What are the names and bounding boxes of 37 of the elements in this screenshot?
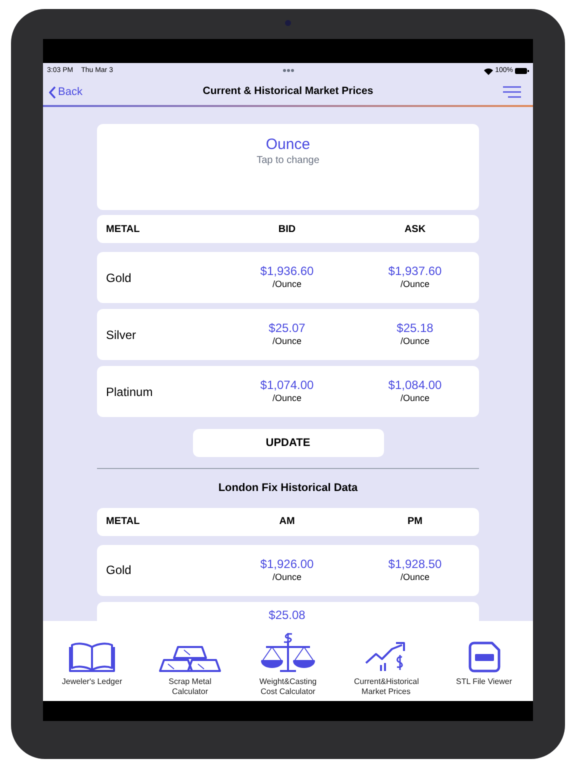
nav-title: Current & Historical Market Prices [202, 84, 374, 100]
price-unit: /Ounce [272, 279, 302, 291]
price-value: $25.18 [396, 321, 434, 336]
metal-name: Gold [105, 270, 132, 286]
column-header: ASK [403, 222, 427, 236]
update-button[interactable]: UPDATE [192, 429, 384, 457]
price-unit: /Ounce [272, 393, 302, 405]
price-value: $1,937.60 [388, 264, 442, 280]
price-value: $1,928.50 [388, 556, 442, 572]
column-header: METAL [105, 515, 141, 529]
price-unit: /Ounce [272, 336, 302, 348]
price-value: $1,936.60 [260, 264, 314, 280]
price-unit: /Ounce [400, 393, 430, 405]
column-header: AM [278, 515, 296, 529]
price-value: $25.07 [268, 321, 306, 336]
tab-item[interactable]: Scrap Metal Calculator [141, 633, 239, 697]
tab-item[interactable]: Current&Historical Market Prices [337, 633, 435, 697]
metal-name: Platinum [105, 384, 154, 400]
column-header: PM [406, 515, 424, 529]
tab-item[interactable]: Weight&Casting Cost Calculator [239, 633, 337, 697]
price-unit: /Ounce [400, 279, 430, 291]
price-value: $1,084.00 [388, 378, 442, 394]
section-title: London Fix Historical Data [218, 481, 358, 496]
unit-selector[interactable]: Ounce Tap to change [97, 124, 479, 210]
price-unit: /Ounce [272, 572, 302, 584]
metal-name: Silver [105, 326, 138, 344]
column-header: METAL [105, 222, 141, 236]
price-unit: /Ounce [400, 572, 430, 584]
back-button[interactable]: Back [49, 84, 82, 100]
price-value: $25.08 [268, 606, 306, 624]
tab-item[interactable]: Jeweler's Ledger [43, 633, 141, 687]
price-unit: /Ounce [400, 336, 430, 348]
tab-item[interactable]: STL File Viewer [435, 633, 533, 687]
price-value: $1,074.00 [260, 378, 314, 394]
metal-name: Gold [105, 562, 132, 579]
price-value: $1,926.00 [260, 556, 314, 572]
column-header: BID [277, 222, 297, 236]
